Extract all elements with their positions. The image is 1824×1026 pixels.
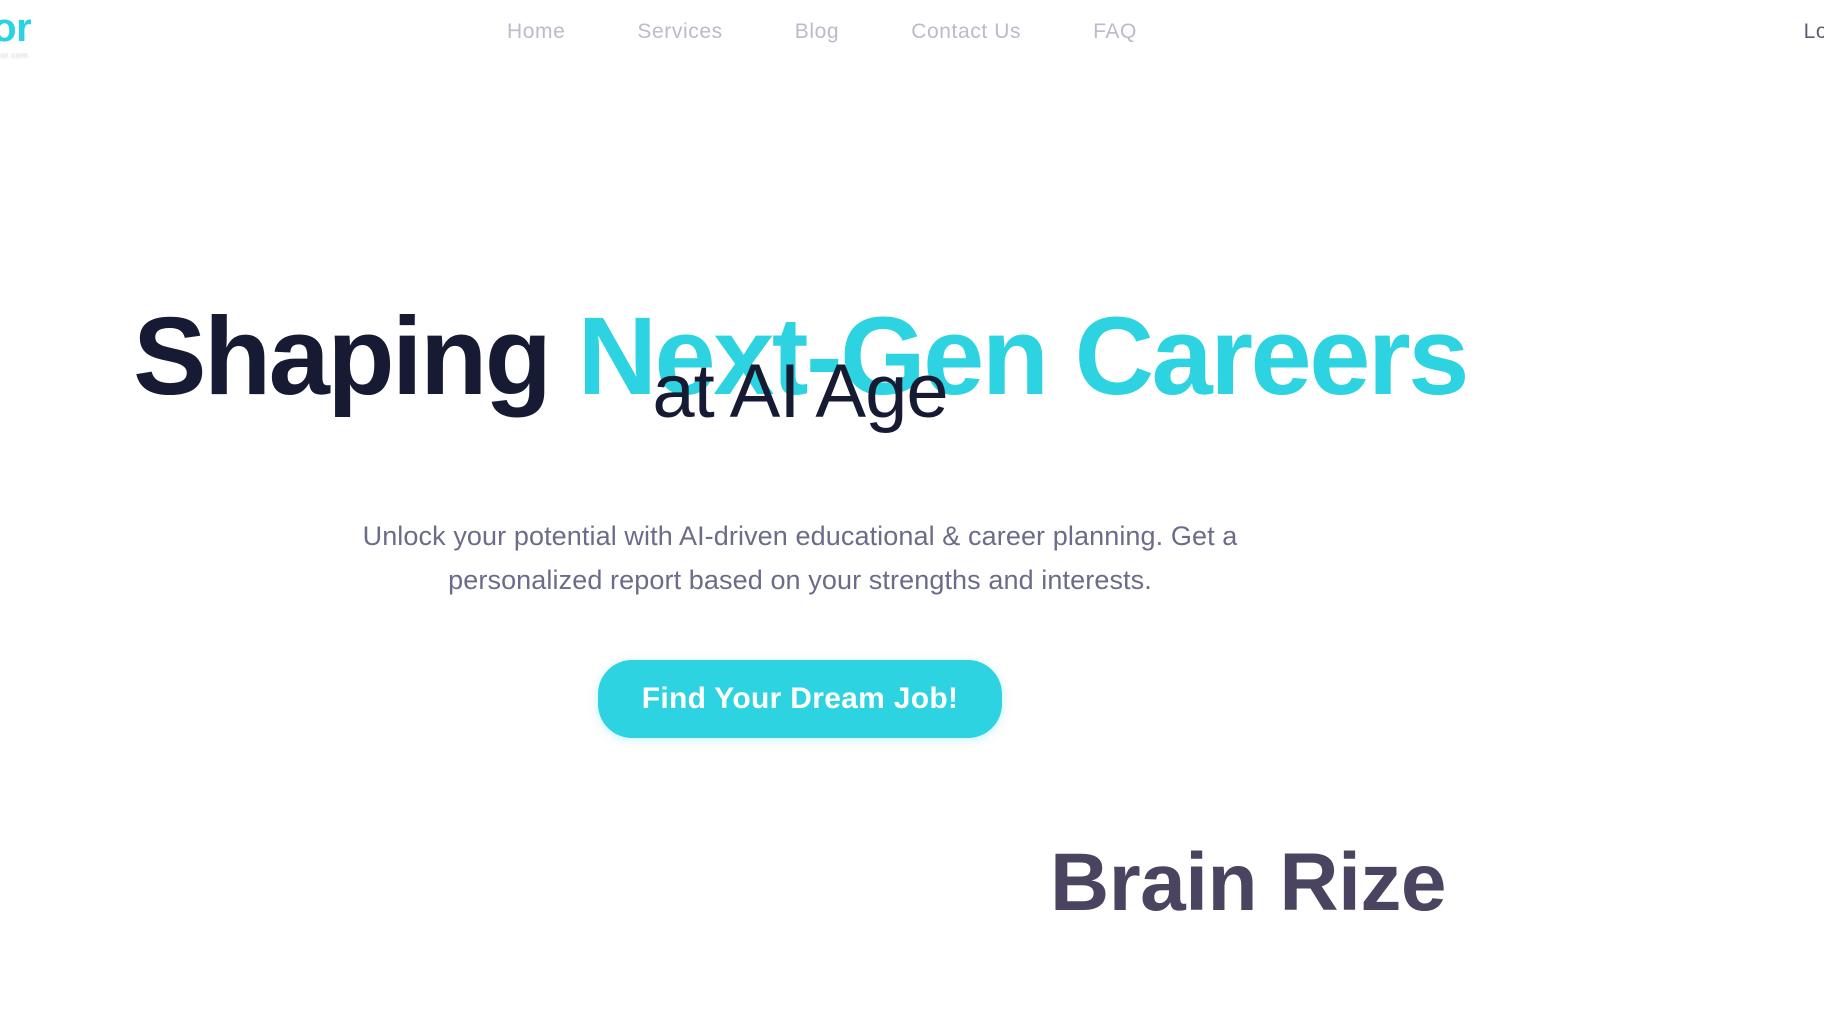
hero-cta-container: Find Your Dream Job! [0,660,1600,738]
logo-tagline: Eduxor.com [0,51,29,60]
main-navigation: Home Services Blog Contact Us FAQ [495,20,1173,44]
auth-actions: Login [1804,20,1824,44]
nav-item-blog[interactable]: Blog [759,20,875,44]
nav-item-home[interactable]: Home [495,20,601,44]
nav-item-contact-us[interactable]: Contact Us [875,20,1057,44]
site-logo[interactable]: Xor Eduxor.com [0,8,166,70]
login-link[interactable]: Login [1804,20,1824,44]
find-dream-job-button[interactable]: Find Your Dream Job! [597,660,1003,738]
site-header: Xor Eduxor.com Home Services Blog Contac… [0,0,1824,76]
hero-section: Shaping Next-Gen Careers at AI Age Unloc… [0,76,1824,1026]
brain-rize-wordmark: Brain Rize [1050,837,1447,928]
hero-headline-line2: at AI Age [652,349,948,434]
nav-item-faq[interactable]: FAQ [1057,20,1173,44]
landing-page: Xor Eduxor.com Home Services Blog Contac… [0,0,1824,1026]
logo-wordmark: Xor [0,6,32,50]
hero-description: Unlock your potential with AI-driven edu… [362,521,1238,595]
nav-item-services[interactable]: Services [601,20,758,44]
